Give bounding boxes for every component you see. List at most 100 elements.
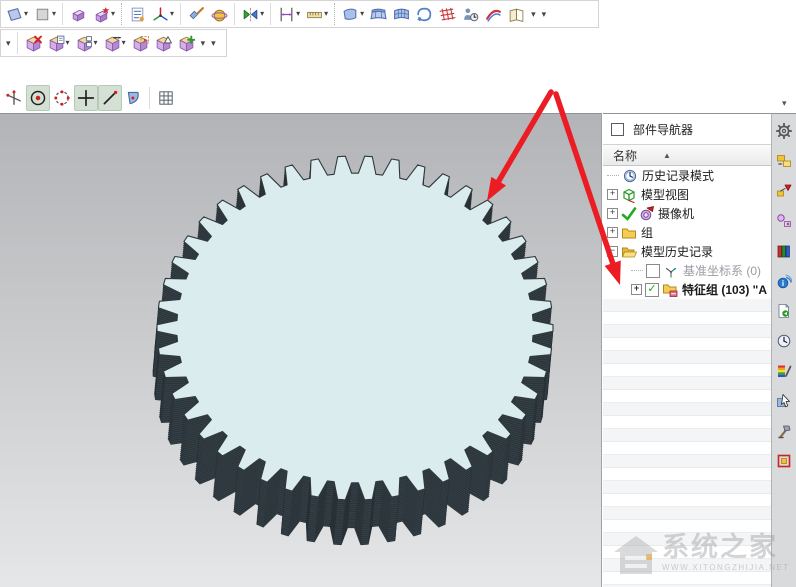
tree-leader-line (607, 175, 619, 176)
spine-curve-button[interactable] (482, 1, 505, 27)
snap-point-on-face-toggle[interactable] (122, 85, 146, 111)
reuse-library-icon[interactable] (776, 243, 792, 259)
flip-icon (242, 6, 259, 23)
pattern-feature-button[interactable]: ▾ (73, 30, 101, 56)
sketch-in-task-button[interactable] (126, 1, 149, 27)
surf-ruled-icon (370, 6, 387, 23)
tree-item-feature-group[interactable]: +✓特征组 (103) "A (603, 280, 771, 299)
web-browser-icon[interactable]: i (776, 273, 792, 289)
through-curve-mesh-button[interactable] (390, 1, 413, 27)
toolbar2-options-dropdown[interactable]: ▾ (208, 38, 219, 49)
dropdown-arrow-icon: ▾ (170, 10, 174, 18)
view-style-button[interactable]: ▾ (3, 1, 31, 27)
toolbar-row-2: ▾▾▾▾▾▾ (0, 29, 227, 57)
csys-tree-icon (663, 263, 679, 279)
gear-model[interactable] (0, 114, 602, 587)
part-navigator-titlebar[interactable]: 部件导航器 (603, 114, 771, 144)
isolate-feature-button[interactable] (129, 30, 152, 56)
resource-bar-group (776, 423, 792, 439)
tree-expander[interactable]: + (631, 284, 642, 295)
tree-item-history-mode[interactable]: 历史记录模式 (603, 166, 771, 185)
resource-bar-group (776, 363, 792, 409)
snap-center-icon (29, 89, 47, 107)
toolbar1-options-dropdown[interactable]: ▾ (539, 9, 550, 20)
delete-face-button[interactable] (22, 30, 45, 56)
edit-object-display-button[interactable] (185, 1, 208, 27)
svg-text:i: i (782, 279, 784, 288)
snap-rotate-point-toggle[interactable] (2, 85, 26, 111)
toolbar2-overflow-dropdown[interactable]: ▾ (198, 38, 209, 49)
snap-point-on-curve-toggle[interactable] (98, 85, 122, 111)
display-mode-button[interactable]: ▾ (31, 1, 59, 27)
tree-expander[interactable]: + (607, 208, 618, 219)
column-header-label: 名称 (613, 147, 637, 164)
resource-bar: i (771, 113, 796, 587)
roles-navigator-icon[interactable] (776, 123, 792, 139)
sort-ascending-icon: ▲ (663, 151, 671, 160)
person-clock-icon (462, 6, 479, 23)
feature-dimension-button[interactable]: ▾ (101, 30, 129, 56)
toolbar1-overflow-dropdown[interactable]: ▾ (528, 9, 539, 20)
datum-csys-button[interactable]: ▾ (149, 1, 177, 27)
draft-body-button[interactable] (152, 30, 175, 56)
snap-quad-icon (53, 89, 71, 107)
tree-item-label: 组 (641, 224, 653, 241)
name-column-header[interactable]: 名称 ▲ (603, 144, 771, 166)
check-icon (621, 206, 637, 222)
design-roadmap-button[interactable] (505, 1, 528, 27)
graphics-viewport[interactable] (0, 113, 602, 587)
resource-bar-group (776, 153, 792, 259)
surface-button[interactable]: ▾ (339, 1, 367, 27)
add-body-button[interactable] (175, 30, 198, 56)
feature-gallery-button[interactable]: ▾ (90, 1, 118, 27)
render-style-button[interactable] (208, 1, 231, 27)
measure-button[interactable]: ▾ (303, 1, 331, 27)
swept-surface-button[interactable] (413, 1, 436, 27)
dim-icon (278, 6, 295, 23)
system-scenes-icon[interactable] (776, 453, 792, 469)
tree-expander[interactable]: + (607, 227, 618, 238)
part-navigator-icon[interactable] (776, 213, 792, 229)
resource-bar-dropdown-icon[interactable]: ▾ (782, 98, 787, 109)
tree-item-label: 基准坐标系 (0) (683, 262, 761, 279)
dropdown-arrow-icon: ▾ (260, 10, 264, 18)
tree-item-model-views[interactable]: +模型视图 (603, 185, 771, 204)
grid-snap-toggle[interactable] (154, 85, 178, 111)
dimension-button[interactable]: ▾ (275, 1, 303, 27)
dropdown-arrow-icon: ▾ (122, 39, 126, 47)
tree-item-groups[interactable]: +组 (603, 223, 771, 242)
snap-face-icon (125, 89, 143, 107)
toolbar-separator (17, 32, 19, 54)
snap-intersection-toggle[interactable] (74, 85, 98, 111)
tree-item-model-history[interactable]: −模型历史记录 (603, 242, 771, 261)
tree-item-cameras[interactable]: +摄像机 (603, 204, 771, 223)
resource-bar-group (776, 453, 792, 469)
snap-quadrant-point-toggle[interactable] (50, 85, 74, 111)
system-materials-icon[interactable] (776, 363, 792, 379)
assembly-navigator-icon[interactable] (776, 153, 792, 169)
sheet-list-icon (129, 6, 146, 23)
history-icon[interactable] (776, 333, 792, 349)
notes-document-icon[interactable] (776, 303, 792, 319)
hatch-red-icon (439, 6, 456, 23)
tree-checkbox-unchecked[interactable] (646, 264, 660, 278)
tree-expander[interactable]: − (607, 246, 618, 257)
process-studio-icon[interactable] (776, 393, 792, 409)
deform-surface-button[interactable] (436, 1, 459, 27)
manufacturing-wizard-icon[interactable] (776, 423, 792, 439)
empty-tree-rows (603, 299, 771, 587)
mirror-geometry-button[interactable]: ▾ (239, 1, 267, 27)
tree-expander[interactable]: + (607, 189, 618, 200)
cube-x-icon (25, 35, 42, 52)
tree-item-datum-csys[interactable]: 基准坐标系 (0) (603, 261, 771, 280)
hd3d-tool-button[interactable] (459, 1, 482, 27)
toolbar-separator (180, 3, 182, 25)
ruled-surface-button[interactable] (367, 1, 390, 27)
extrude-button[interactable] (67, 1, 90, 27)
snap-center-point-toggle[interactable] (26, 85, 50, 111)
tree-checkbox-checked[interactable]: ✓ (645, 283, 659, 297)
constraint-navigator-icon[interactable] (776, 183, 792, 199)
prev-group-dropdown[interactable]: ▾ (3, 38, 14, 49)
copy-face-button[interactable]: ▾ (45, 30, 73, 56)
csys-icon (152, 6, 169, 23)
